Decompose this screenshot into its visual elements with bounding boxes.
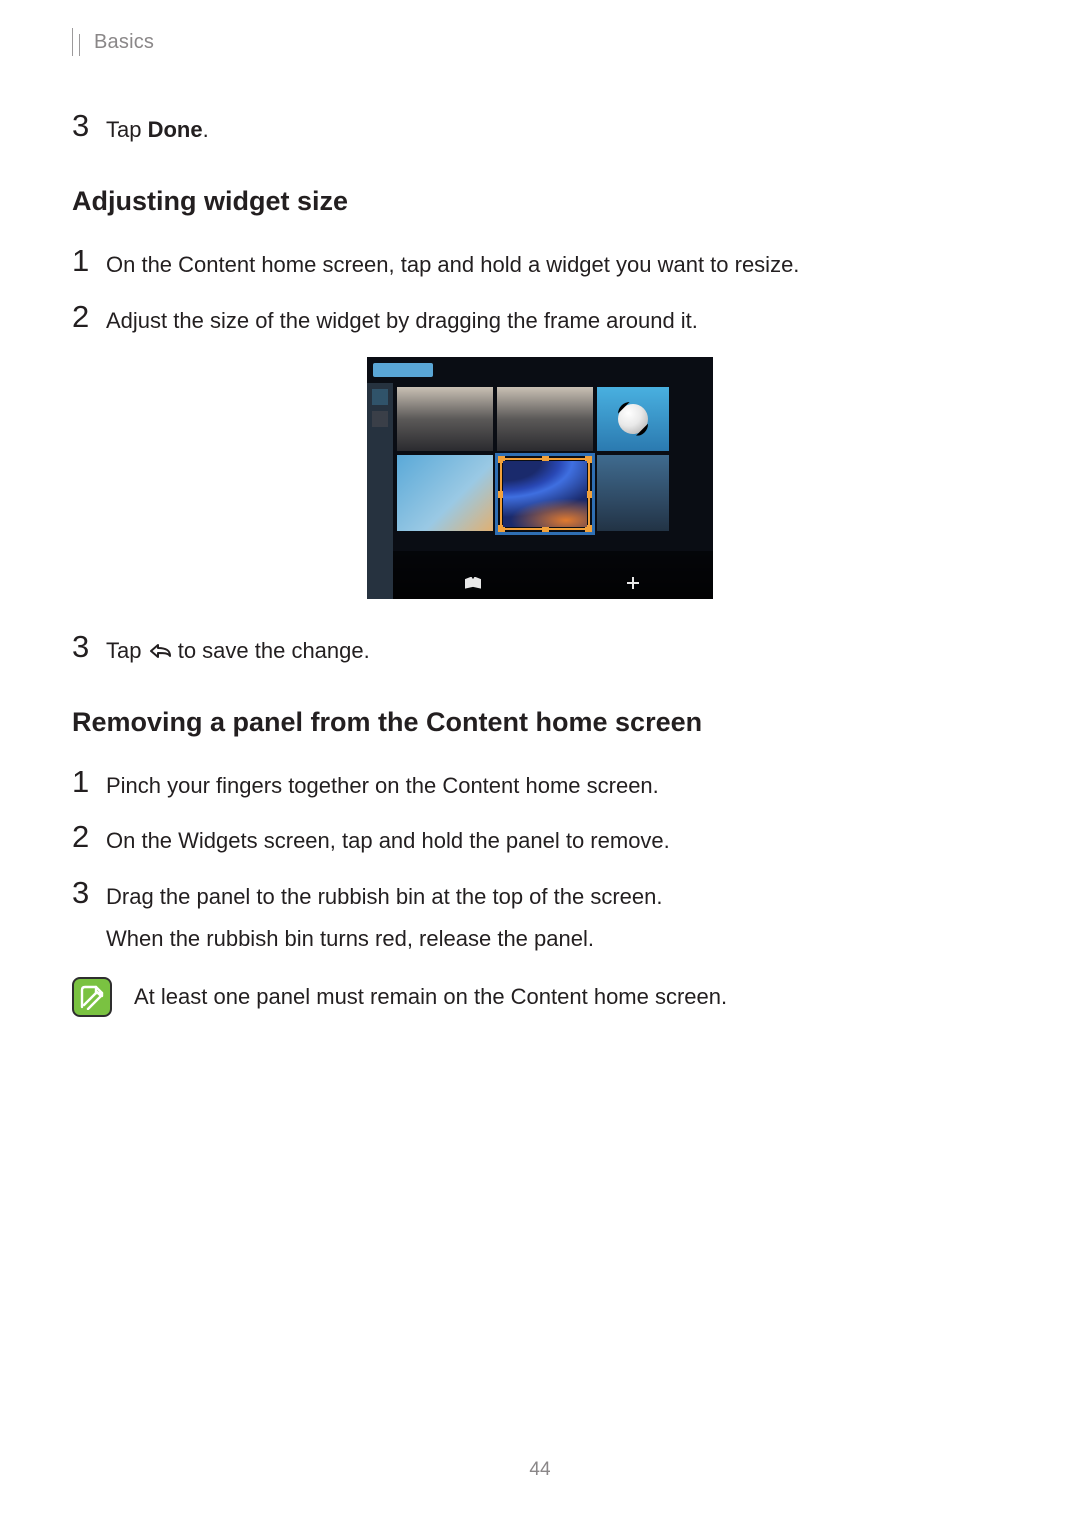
step-text: Pinch your fingers together on the Conte… bbox=[106, 766, 659, 802]
step-text: Adjust the size of the widget by draggin… bbox=[106, 301, 698, 337]
rule-vertical bbox=[72, 28, 73, 56]
panel-title-bar bbox=[373, 363, 433, 377]
device-screenshot bbox=[367, 357, 713, 599]
widget-tile bbox=[597, 455, 669, 531]
sidebar-tab bbox=[372, 411, 388, 427]
step-number: 3 bbox=[72, 877, 106, 908]
text-fragment: When the rubbish bin turns red, release … bbox=[106, 923, 662, 955]
sidebar bbox=[367, 383, 393, 599]
illustration-widget-resize bbox=[72, 357, 1008, 599]
step-number: 2 bbox=[72, 301, 106, 332]
widget-tile-selected bbox=[503, 461, 587, 527]
step-text: Tap to save the change. bbox=[106, 631, 370, 667]
sidebar-tab bbox=[372, 389, 388, 405]
step-number: 1 bbox=[72, 245, 106, 276]
step-item: 3 Drag the panel to the rubbish bin at t… bbox=[72, 877, 1008, 955]
text-fragment: to save the change. bbox=[172, 638, 370, 663]
breadcrumb: Basics bbox=[94, 31, 154, 54]
step-number: 1 bbox=[72, 766, 106, 797]
running-head: Basics bbox=[72, 28, 1008, 56]
widget-tile bbox=[397, 387, 493, 451]
step-item: 1 Pinch your fingers together on the Con… bbox=[72, 766, 1008, 802]
widget-tile bbox=[497, 387, 593, 451]
widget-tile bbox=[397, 455, 493, 531]
note: At least one panel must remain on the Co… bbox=[72, 977, 1008, 1017]
step-item: 3 Tap to save the change. bbox=[72, 631, 1008, 667]
plus-icon bbox=[625, 577, 641, 589]
step-item: 2 Adjust the size of the widget by dragg… bbox=[72, 301, 1008, 337]
step-text: On the Content home screen, tap and hold… bbox=[106, 245, 799, 281]
step-number: 3 bbox=[72, 631, 106, 662]
softkey-bar bbox=[393, 551, 713, 599]
step-text: Tap Done. bbox=[106, 110, 209, 146]
step-item: 2 On the Widgets screen, tap and hold th… bbox=[72, 821, 1008, 857]
text-bold: Done bbox=[148, 117, 203, 142]
back-icon bbox=[148, 641, 172, 661]
note-text: At least one panel must remain on the Co… bbox=[134, 977, 727, 1010]
heading-adjusting-widget-size: Adjusting widget size bbox=[72, 186, 1008, 217]
text-fragment: Tap bbox=[106, 638, 148, 663]
soccer-ball-icon bbox=[618, 404, 648, 434]
page-number: 44 bbox=[0, 1459, 1080, 1481]
rule-vertical-inner bbox=[79, 34, 80, 56]
widget-tile-sports bbox=[597, 387, 669, 451]
book-icon bbox=[465, 577, 481, 589]
note-badge bbox=[72, 977, 112, 1017]
note-icon bbox=[79, 984, 105, 1010]
step-number: 3 bbox=[72, 110, 106, 141]
step-tap-done: 3 Tap Done. bbox=[72, 110, 1008, 146]
softkey-change-size bbox=[625, 577, 641, 593]
text-fragment: Tap bbox=[106, 117, 148, 142]
text-fragment: Drag the panel to the rubbish bin at the… bbox=[106, 884, 662, 909]
step-item: 1 On the Content home screen, tap and ho… bbox=[72, 245, 1008, 281]
step-text: Drag the panel to the rubbish bin at the… bbox=[106, 877, 662, 955]
step-text: On the Widgets screen, tap and hold the … bbox=[106, 821, 670, 857]
step-number: 2 bbox=[72, 821, 106, 852]
heading-removing-panel: Removing a panel from the Content home s… bbox=[72, 707, 1008, 738]
softkey-magazine bbox=[465, 577, 481, 593]
text-fragment: . bbox=[203, 117, 209, 142]
